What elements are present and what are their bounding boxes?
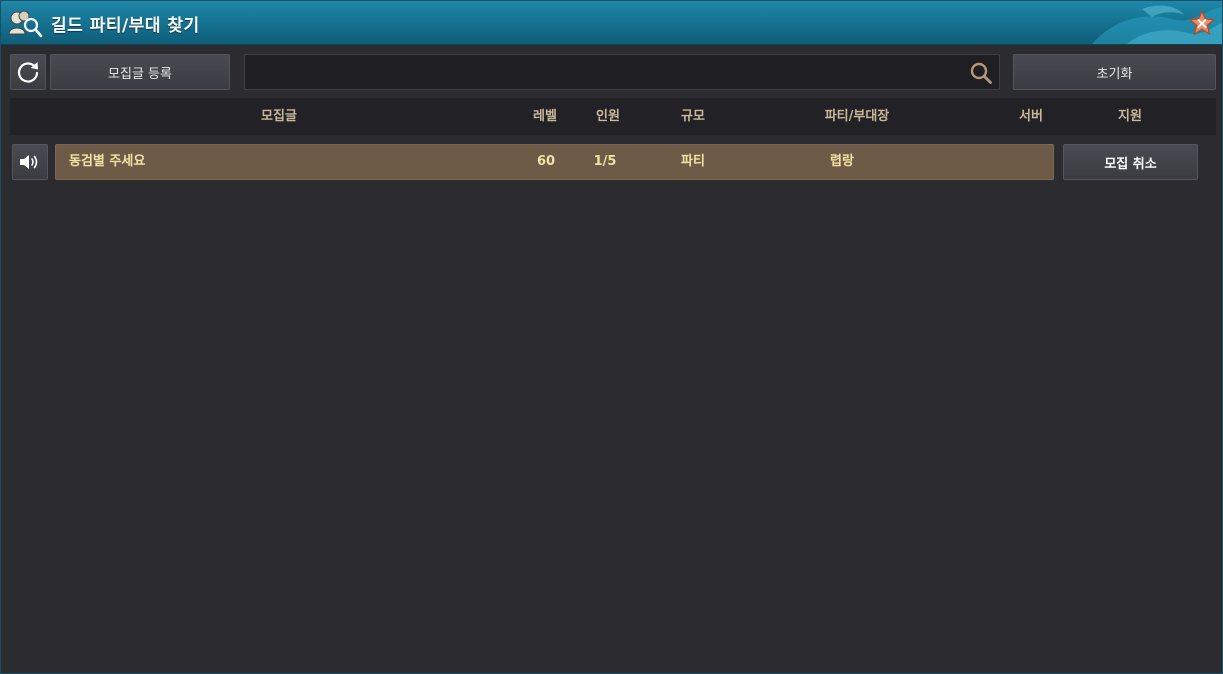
search-input[interactable] (253, 59, 957, 87)
register-post-button[interactable]: 모집글 등록 (50, 54, 230, 90)
post-size: 파티 (681, 154, 705, 169)
column-header-apply: 지원 (1118, 109, 1142, 124)
post-members: 1/5 (593, 154, 617, 169)
table-header: 모집글 레벨 인원 규모 파티/부대장 서버 지원 (10, 98, 1216, 135)
column-header-size: 규모 (681, 109, 705, 124)
guild-party-finder-window: 길드 파티/부대 찾기 모집글 등록 초기화 모집글 레벨 인원 규모 파티/부… (0, 0, 1223, 674)
table-row: 동검별 주세요 60 1/5 파티 렵랑 모집 취소 (10, 143, 1216, 181)
post-level: 60 (536, 154, 556, 169)
refresh-button[interactable] (10, 54, 46, 90)
close-icon[interactable] (1189, 10, 1215, 36)
speaker-icon (20, 155, 38, 169)
column-header-level: 레벨 (533, 109, 557, 124)
cancel-recruit-button[interactable]: 모집 취소 (1063, 144, 1198, 180)
column-header-server: 서버 (1019, 109, 1043, 124)
title-bar: 길드 파티/부대 찾기 (1, 1, 1222, 45)
reset-button[interactable]: 초기화 (1013, 54, 1216, 90)
column-header-post: 모집글 (261, 109, 297, 124)
window-title: 길드 파티/부대 찾기 (51, 16, 200, 36)
search-icon[interactable] (969, 61, 993, 85)
toolbar: 모집글 등록 초기화 (10, 54, 1216, 90)
party-search-icon (8, 10, 43, 38)
column-header-members: 인원 (596, 109, 620, 124)
column-header-leader: 파티/부대장 (824, 109, 890, 124)
post-title: 동검별 주세요 (69, 154, 146, 169)
announce-button[interactable] (12, 144, 48, 180)
refresh-icon (17, 62, 39, 83)
search-box (244, 54, 1000, 90)
party-post-row[interactable]: 동검별 주세요 60 1/5 파티 렵랑 (55, 144, 1054, 180)
post-leader: 렵랑 (830, 154, 854, 169)
